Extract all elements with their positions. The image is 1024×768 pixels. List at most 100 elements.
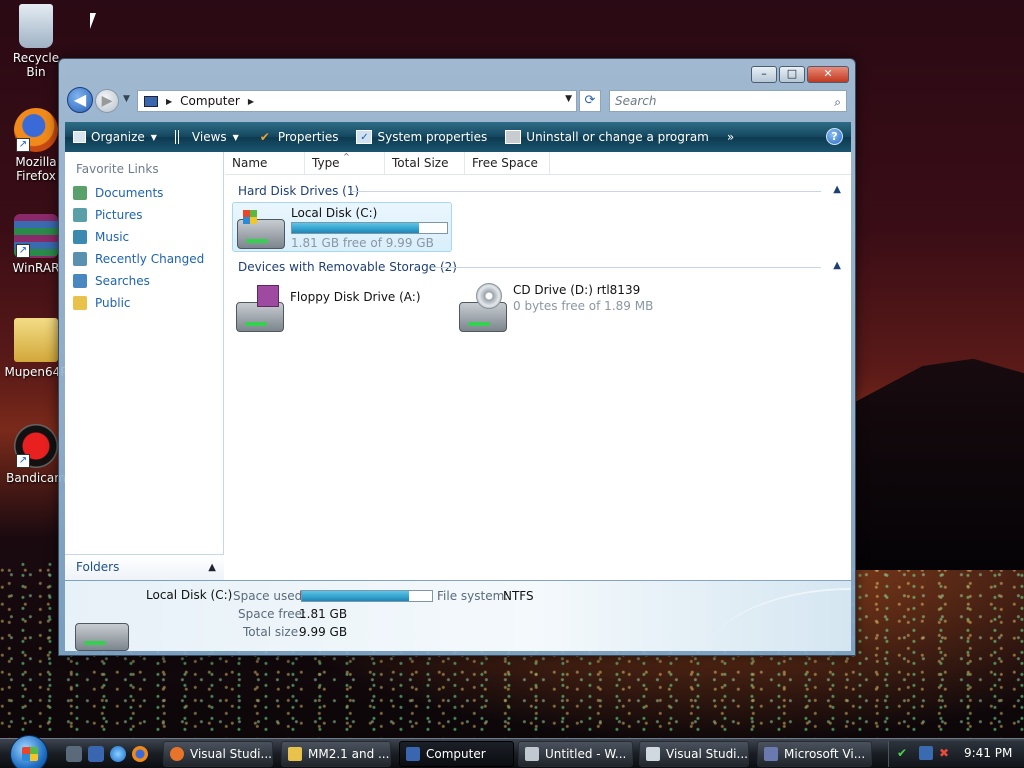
column-header-label: Type bbox=[312, 156, 340, 170]
drive-cd-d[interactable]: CD Drive (D:) rtl8139 0 bytes free of 1.… bbox=[455, 280, 675, 332]
firefox-icon: ↗ bbox=[14, 108, 58, 152]
decorative-swoosh bbox=[710, 588, 852, 643]
drive-floppy-a[interactable]: Floppy Disk Drive (A:) bbox=[232, 280, 442, 332]
group-header-hard-disk-drives[interactable]: Hard Disk Drives (1) bbox=[238, 184, 359, 198]
taskbar-button-computer[interactable]: Computer bbox=[399, 741, 514, 767]
shortcut-arrow-icon: ↗ bbox=[16, 244, 30, 258]
start-button[interactable] bbox=[10, 735, 48, 768]
organize-button[interactable]: Organize ▼ bbox=[73, 130, 157, 144]
chevron-up-icon[interactable]: ▲ bbox=[833, 184, 841, 195]
checkmark-icon: ✔ bbox=[259, 130, 270, 144]
firefox-icon[interactable] bbox=[132, 746, 148, 762]
back-button[interactable]: ◀ bbox=[67, 87, 93, 113]
forward-button[interactable]: ▶ bbox=[95, 89, 119, 113]
taskbar-button-untitled[interactable]: Untitled - W... bbox=[518, 741, 633, 767]
windows-logo-icon bbox=[22, 747, 38, 761]
taskbar: Visual Studi... MM2.1 and ... Computer U… bbox=[0, 735, 1024, 768]
taskbar-button-label: Microsoft Vi... bbox=[784, 747, 866, 761]
favorite-link-pictures[interactable]: Pictures bbox=[73, 208, 143, 222]
recycle-bin-icon bbox=[19, 4, 53, 48]
views-label: Views bbox=[191, 130, 227, 144]
sort-ascending-icon: ^ bbox=[343, 152, 350, 161]
uninstall-program-button[interactable]: Uninstall or change a program bbox=[505, 130, 709, 144]
breadcrumb-separator[interactable]: ▶ bbox=[248, 97, 254, 106]
favorite-link-music[interactable]: Music bbox=[73, 230, 129, 244]
taskbar-button-microsoft-vi[interactable]: Microsoft Vi... bbox=[757, 741, 872, 767]
column-header-name[interactable]: Name bbox=[225, 152, 305, 175]
column-header-total-size[interactable]: Total Size bbox=[385, 152, 465, 175]
breadcrumb-computer[interactable]: Computer bbox=[180, 94, 240, 108]
drive-led bbox=[468, 322, 490, 326]
caption-buttons: – □ ✕ bbox=[749, 66, 849, 83]
network-icon[interactable] bbox=[919, 746, 933, 760]
organize-label: Organize bbox=[91, 130, 145, 144]
address-dropdown[interactable]: ▼ bbox=[565, 94, 572, 104]
searches-icon bbox=[73, 274, 87, 288]
search-icon[interactable]: ⌕ bbox=[834, 92, 841, 112]
search-input[interactable]: Search ⌕ bbox=[609, 90, 847, 112]
details-usage-fill bbox=[302, 591, 409, 601]
cd-disc-icon bbox=[476, 283, 502, 309]
details-total-size-value: 9.99 GB bbox=[299, 625, 348, 639]
public-folder-icon bbox=[73, 296, 87, 310]
pictures-icon bbox=[73, 208, 87, 222]
properties-button[interactable]: ✔ Properties bbox=[257, 130, 339, 144]
drive-local-disk-c[interactable]: Local Disk (C:) 1.81 GB free of 9.99 GB bbox=[232, 202, 452, 252]
taskbar-button-label: Computer bbox=[426, 747, 486, 761]
computer-icon bbox=[406, 747, 420, 761]
recent-pages-dropdown[interactable]: ▼ bbox=[123, 94, 130, 104]
refresh-button[interactable]: ⟳ bbox=[579, 90, 601, 112]
favorite-link-label: Recently Changed bbox=[95, 252, 205, 266]
breadcrumb-separator[interactable]: ▶ bbox=[166, 97, 172, 106]
drive-info: Floppy Disk Drive (A:) bbox=[290, 290, 421, 306]
details-file-system-value: NTFS bbox=[503, 589, 534, 603]
address-row: ◀ ▶ ▼ ▶ Computer ▶ ▼ ⟳ Search ⌕ bbox=[65, 87, 849, 115]
maximize-button[interactable]: □ bbox=[779, 66, 805, 83]
taskbar-button-visual-studio-2[interactable]: Visual Studi... bbox=[639, 741, 749, 767]
content-area: Favorite Links Documents Pictures Music … bbox=[65, 152, 851, 580]
taskbar-button-label: MM2.1 and ... bbox=[308, 747, 390, 761]
switch-windows-icon[interactable] bbox=[88, 746, 104, 762]
application-icon bbox=[646, 747, 660, 761]
group-divider bbox=[431, 267, 821, 268]
folders-toggle[interactable]: Folders ▲ bbox=[65, 554, 224, 580]
favorite-link-searches[interactable]: Searches bbox=[73, 274, 150, 288]
favorite-link-recently-changed[interactable]: Recently Changed bbox=[73, 252, 204, 266]
views-icon bbox=[174, 130, 187, 144]
views-button[interactable]: Views ▼ bbox=[174, 130, 239, 144]
address-bar[interactable]: ▶ Computer ▶ ▼ bbox=[137, 90, 577, 112]
drive-led bbox=[84, 641, 106, 645]
drive-free-space: 1.81 GB free of 9.99 GB bbox=[291, 236, 434, 250]
refresh-icon: ⟳ bbox=[584, 93, 596, 108]
chevron-up-icon[interactable]: ▲ bbox=[833, 260, 841, 271]
security-check-icon[interactable]: ✔ bbox=[897, 746, 911, 760]
internet-explorer-icon[interactable] bbox=[110, 746, 126, 762]
more-commands-button[interactable]: » bbox=[727, 130, 734, 144]
close-button[interactable]: ✕ bbox=[807, 66, 849, 83]
system-properties-button[interactable]: ✓ System properties bbox=[356, 130, 487, 144]
help-icon[interactable]: ? bbox=[826, 128, 843, 145]
column-header-type[interactable]: Type ^ bbox=[305, 152, 385, 175]
bandicam-icon: ↗ bbox=[14, 424, 58, 468]
favorite-link-label: Music bbox=[95, 230, 130, 244]
drive-led bbox=[246, 239, 268, 243]
clock[interactable]: 9:41 PM bbox=[964, 746, 1012, 760]
taskbar-button-mm21[interactable]: MM2.1 and ... bbox=[281, 741, 391, 767]
music-icon bbox=[73, 230, 87, 244]
paint-icon bbox=[525, 747, 539, 761]
cd-drive-icon bbox=[459, 283, 507, 332]
volume-muted-icon[interactable]: ✖ bbox=[939, 746, 953, 760]
favorite-link-documents[interactable]: Documents bbox=[73, 186, 163, 200]
favorite-link-public[interactable]: Public bbox=[73, 296, 131, 310]
column-header-label: Name bbox=[232, 156, 268, 170]
show-desktop-icon[interactable] bbox=[66, 746, 82, 762]
recently-changed-icon bbox=[73, 252, 87, 266]
column-header-free-space[interactable]: Free Space bbox=[465, 152, 550, 175]
details-space-used-label: Space used: bbox=[233, 589, 307, 603]
group-header-removable-storage[interactable]: Devices with Removable Storage (2) bbox=[238, 260, 457, 274]
minimize-button[interactable]: – bbox=[751, 66, 777, 83]
hard-drive-icon bbox=[237, 210, 285, 249]
column-headers: Name Type ^ Total Size Free Space bbox=[225, 152, 851, 175]
taskbar-button-visual-studio-1[interactable]: Visual Studi... bbox=[163, 741, 273, 767]
system-properties-label: System properties bbox=[377, 130, 488, 144]
